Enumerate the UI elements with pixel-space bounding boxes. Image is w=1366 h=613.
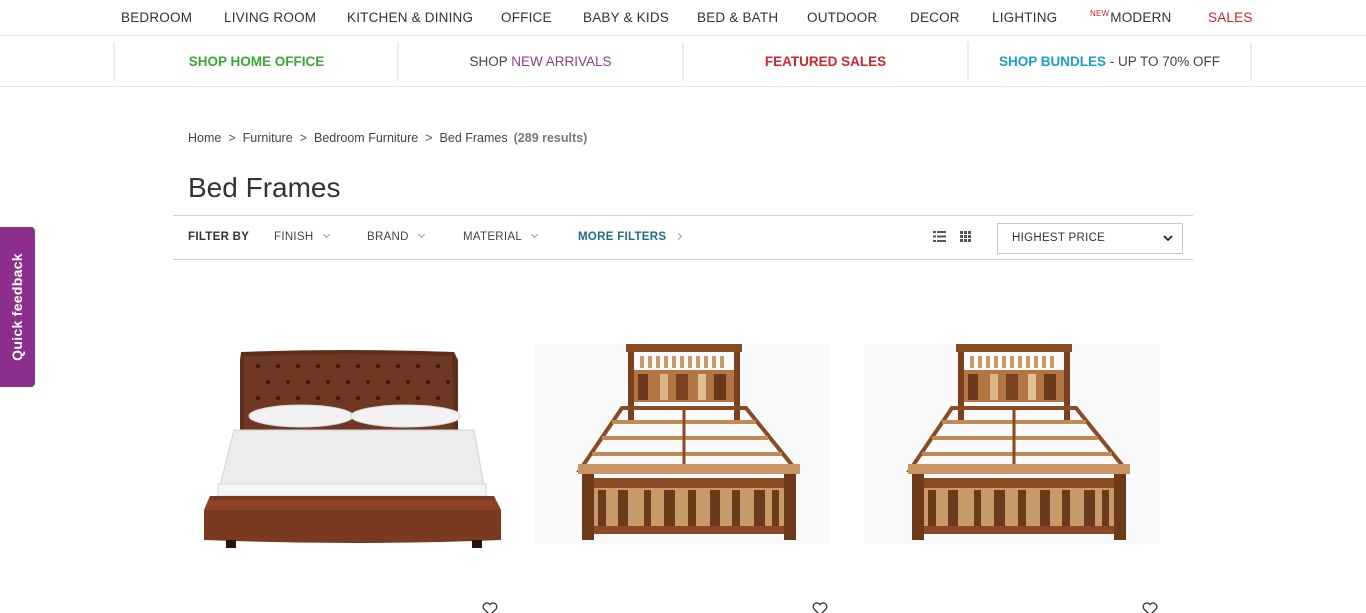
promo-new-arrivals-label: NEW ARRIVALS xyxy=(511,54,612,69)
promo-bundles-suffix: - UP TO 70% OFF xyxy=(1109,54,1221,69)
breadcrumb-furniture[interactable]: Furniture xyxy=(243,131,293,145)
grid-view-icon[interactable] xyxy=(960,231,971,242)
filter-finish-dropdown[interactable]: FINISH xyxy=(274,230,330,243)
promo-featured-sales-label: FEATURED SALES xyxy=(764,54,887,69)
quick-feedback-tab[interactable]: Quick feedback xyxy=(0,227,35,387)
sort-select[interactable]: HIGHEST PRICE xyxy=(997,223,1183,254)
result-count: (289 results) xyxy=(513,131,588,145)
page-title: Bed Frames xyxy=(188,172,341,203)
promo-featured-sales[interactable]: FEATURED SALES xyxy=(682,42,967,81)
breadcrumb-home[interactable]: Home xyxy=(188,131,221,145)
product-image[interactable] xyxy=(196,300,506,560)
nav-item-lighting[interactable]: LIGHTING xyxy=(992,10,1057,25)
breadcrumb-bedroom-furniture[interactable]: Bedroom Furniture xyxy=(314,131,418,145)
filter-by-label: FILTER BY xyxy=(188,231,250,243)
product-image[interactable] xyxy=(526,300,836,560)
promo-bundles[interactable]: SHOP BUNDLES - UP TO 70% OFF xyxy=(967,42,1252,81)
heart-icon[interactable] xyxy=(482,602,498,613)
more-filters-button[interactable]: MORE FILTERS xyxy=(578,231,683,243)
breadcrumb-current: Bed Frames xyxy=(439,131,508,145)
breadcrumb-separator: > xyxy=(228,131,236,145)
nav-item-bedroom[interactable]: BEDROOM xyxy=(121,10,192,25)
nav-item-decor[interactable]: DECOR xyxy=(910,10,960,25)
product-card[interactable] xyxy=(856,300,1166,613)
more-filters-label: MORE FILTERS xyxy=(578,231,667,243)
nav-item-outdoor[interactable]: OUTDOOR xyxy=(807,10,877,25)
nav-item-sales[interactable]: SALES xyxy=(1208,10,1253,25)
promo-new-arrivals[interactable]: SHOP NEW ARRIVALS xyxy=(397,42,682,81)
filter-finish-label: FINISH xyxy=(274,231,314,243)
chevron-right-icon xyxy=(675,232,683,241)
nav-item-modern-label: MODERN xyxy=(1110,10,1172,25)
list-view-icon[interactable] xyxy=(933,231,946,242)
promo-bundles-label: SHOP BUNDLES xyxy=(998,54,1106,69)
product-card[interactable] xyxy=(526,300,836,613)
chevron-down-icon xyxy=(1163,235,1173,242)
nav-item-kitchen-dining[interactable]: KITCHEN & DINING xyxy=(347,10,473,25)
breadcrumb-separator: > xyxy=(425,131,433,145)
chevron-down-icon xyxy=(322,230,330,239)
filter-brand-label: BRAND xyxy=(367,231,409,243)
filter-material-label: MATERIAL xyxy=(463,231,523,243)
promo-home-office[interactable]: SHOP HOME OFFICE xyxy=(113,42,398,81)
promo-home-office-label: SHOP HOME OFFICE xyxy=(188,54,325,69)
nav-item-baby-kids[interactable]: BABY & KIDS xyxy=(583,10,669,25)
sort-selected-value: HIGHEST PRICE xyxy=(1012,232,1106,244)
quick-feedback-label: Quick feedback xyxy=(9,253,25,361)
nav-item-modern[interactable]: NEWMODERN xyxy=(1090,9,1172,25)
nav-item-bed-bath[interactable]: BED & BATH xyxy=(697,10,778,25)
filter-brand-dropdown[interactable]: BRAND xyxy=(367,230,425,243)
nav-item-office[interactable]: OFFICE xyxy=(501,10,552,25)
product-card[interactable] xyxy=(196,300,506,613)
category-nav: BEDROOM LIVING ROOM KITCHEN & DINING OFF… xyxy=(0,0,1366,36)
breadcrumb: Home > Furniture > Bedroom Furniture > Bed Fra… xyxy=(188,131,587,145)
promo-new-arrivals-prefix: SHOP xyxy=(469,54,508,69)
heart-icon[interactable] xyxy=(812,602,828,613)
filter-bar: FILTER BY FINISH BRAND MATERIAL MORE FIL… xyxy=(173,215,1193,260)
breadcrumb-separator: > xyxy=(299,131,307,145)
nav-item-living-room[interactable]: LIVING ROOM xyxy=(224,10,316,25)
heart-icon[interactable] xyxy=(1142,602,1158,613)
filter-material-dropdown[interactable]: MATERIAL xyxy=(463,230,539,243)
chevron-down-icon xyxy=(417,230,425,239)
new-badge: NEW xyxy=(1090,9,1110,18)
promo-bar: SHOP HOME OFFICE SHOP NEW ARRIVALS FEATU… xyxy=(0,36,1366,87)
chevron-down-icon xyxy=(531,230,539,239)
product-image[interactable] xyxy=(856,300,1166,560)
